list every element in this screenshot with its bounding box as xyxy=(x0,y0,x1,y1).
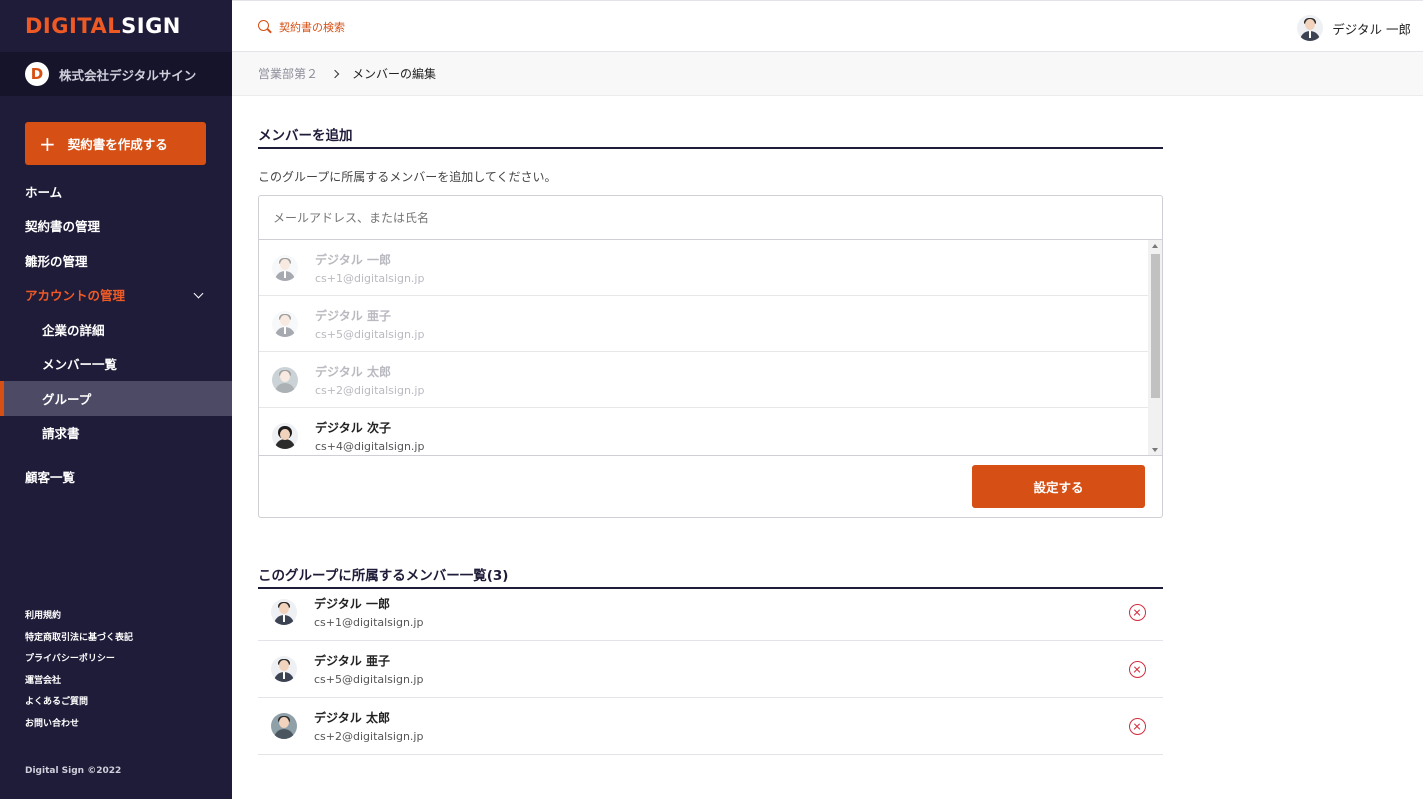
avatar xyxy=(271,599,297,625)
members-list: デジタル 一郎 cs+1@digitalsign.jp デジタル 亜子 cs+5@d… xyxy=(258,584,1163,755)
breadcrumb-parent[interactable]: 営業部第２ xyxy=(258,65,318,82)
plus-icon: + xyxy=(39,131,56,156)
submit-button[interactable]: 設定する xyxy=(972,465,1145,508)
sidebar-item-label: 雛形の管理 xyxy=(25,253,88,269)
create-contract-label: 契約書を作成する xyxy=(67,137,168,152)
sidebar-item-groups[interactable]: グループ xyxy=(0,381,232,416)
avatar xyxy=(272,366,298,393)
scroll-down-icon[interactable] xyxy=(1152,448,1158,452)
company-name: 株式会社デジタルサイン xyxy=(59,67,197,83)
candidate-email: cs+5@digitalsign.jp xyxy=(315,327,425,341)
candidate-email: cs+4@digitalsign.jp xyxy=(315,439,425,453)
search-icon xyxy=(258,20,272,34)
footer-link-commerce-law[interactable]: 特定商取引法に基づく表記 xyxy=(25,631,133,653)
candidate-list[interactable]: デジタル 一郎 cs+1@digitalsign.jp デジタル 亜子 cs+5@d… xyxy=(259,240,1162,456)
add-members-title: メンバーを追加 xyxy=(258,124,1163,149)
member-name: デジタル 一郎 xyxy=(314,597,390,611)
avatar xyxy=(272,254,298,281)
list-item: デジタル 太郎 cs+2@digitalsign.jp xyxy=(259,352,1148,408)
sidebar-item-customers[interactable]: 顧客一覧 xyxy=(0,459,232,494)
sidebar-item-label: ホーム xyxy=(25,184,63,200)
member-name: デジタル 太郎 xyxy=(314,711,390,725)
candidate-name: デジタル 太郎 xyxy=(315,364,391,379)
candidate-name: デジタル 次子 xyxy=(315,420,391,435)
sidebar-item-label: 企業の詳細 xyxy=(42,322,105,338)
sidebar: DIGITALSIGN D 株式会社デジタルサイン + 契約書を作成する ホーム… xyxy=(0,0,232,799)
copyright: Digital Sign ©2022 xyxy=(25,766,122,776)
candidate-email: cs+1@digitalsign.jp xyxy=(315,271,425,285)
sidebar-item-label: 請求書 xyxy=(42,426,80,442)
chevron-down-icon xyxy=(193,288,204,298)
add-members-description: このグループに所属するメンバーを追加してください。 xyxy=(258,170,557,184)
chevron-right-icon xyxy=(330,69,340,78)
company-badge: D xyxy=(25,62,49,86)
avatar xyxy=(272,310,298,337)
search-label: 契約書の検索 xyxy=(279,21,345,34)
member-email: cs+2@digitalsign.jp xyxy=(314,730,424,743)
create-contract-button[interactable]: + 契約書を作成する xyxy=(25,122,206,165)
avatar xyxy=(272,422,298,449)
candidate-scrollbar[interactable] xyxy=(1148,240,1162,455)
list-item: デジタル 一郎 cs+1@digitalsign.jp xyxy=(259,240,1148,296)
remove-member-icon[interactable] xyxy=(1129,604,1146,621)
list-item: デジタル 亜子 cs+5@digitalsign.jp xyxy=(259,296,1148,352)
footer-link-contact[interactable]: お問い合わせ xyxy=(25,717,133,739)
table-row: デジタル 亜子 cs+5@digitalsign.jp xyxy=(258,641,1163,698)
candidate-name: デジタル 亜子 xyxy=(315,308,391,323)
table-row: デジタル 一郎 cs+1@digitalsign.jp xyxy=(258,584,1163,641)
sidebar-item-label: 契約書の管理 xyxy=(25,219,101,235)
sidebar-item-home[interactable]: ホーム xyxy=(0,174,232,209)
member-name: デジタル 亜子 xyxy=(314,654,390,668)
scrollbar-thumb[interactable] xyxy=(1151,254,1160,398)
app-logo[interactable]: DIGITALSIGN xyxy=(0,0,232,52)
sidebar-item-account[interactable]: アカウントの管理 xyxy=(0,278,232,313)
list-item[interactable]: デジタル 次子 cs+4@digitalsign.jp xyxy=(259,408,1148,455)
remove-member-icon[interactable] xyxy=(1129,661,1146,678)
remove-member-icon[interactable] xyxy=(1129,718,1146,735)
logo-text-digital: DIGITAL xyxy=(25,14,122,38)
sidebar-item-label: 顧客一覧 xyxy=(25,469,76,485)
member-email: cs+5@digitalsign.jp xyxy=(314,673,424,686)
user-menu[interactable]: デジタル 一郎 xyxy=(1297,15,1411,41)
footer-link-company[interactable]: 運営会社 xyxy=(25,674,133,696)
avatar xyxy=(271,713,297,739)
company-switcher[interactable]: D 株式会社デジタルサイン xyxy=(0,52,232,96)
logo-text-sign: SIGN xyxy=(121,14,181,38)
sidebar-item-invoices[interactable]: 請求書 xyxy=(0,416,232,451)
user-avatar xyxy=(1297,15,1324,41)
avatar xyxy=(271,656,297,682)
sidebar-item-contracts[interactable]: 契約書の管理 xyxy=(0,209,232,244)
table-row: デジタル 太郎 cs+2@digitalsign.jp xyxy=(258,698,1163,755)
sidebar-item-members[interactable]: メンバー一覧 xyxy=(0,347,232,382)
sidebar-item-label: アカウントの管理 xyxy=(25,288,126,304)
footer-link-privacy[interactable]: プライバシーポリシー xyxy=(25,652,133,674)
scroll-up-icon[interactable] xyxy=(1152,244,1158,248)
member-search-input[interactable] xyxy=(259,196,1162,240)
footer-link-faq[interactable]: よくあるご質問 xyxy=(25,695,133,717)
member-email: cs+1@digitalsign.jp xyxy=(314,616,424,629)
footer-links: 利用規約 特定商取引法に基づく表記 プライバシーポリシー 運営会社 よくあるご質… xyxy=(25,609,133,738)
sidebar-item-label: グループ xyxy=(42,391,92,407)
add-members-panel: デジタル 一郎 cs+1@digitalsign.jp デジタル 亜子 cs+5@d… xyxy=(258,195,1163,518)
sidebar-nav: ホーム 契約書の管理 雛形の管理 アカウントの管理 企業の詳細 メンバー一覧 グ… xyxy=(0,174,232,494)
sidebar-item-templates[interactable]: 雛形の管理 xyxy=(0,243,232,278)
sidebar-item-company-details[interactable]: 企業の詳細 xyxy=(0,312,232,347)
breadcrumb-current: メンバーの編集 xyxy=(352,67,437,81)
user-name: デジタル 一郎 xyxy=(1332,21,1411,37)
sidebar-item-label: メンバー一覧 xyxy=(42,357,118,373)
candidate-email: cs+2@digitalsign.jp xyxy=(315,383,425,397)
breadcrumb: 営業部第２ メンバーの編集 xyxy=(232,52,1423,96)
top-header: 契約書の検索 デジタル 一郎 xyxy=(232,0,1423,52)
candidate-name: デジタル 一郎 xyxy=(315,252,391,267)
contract-search[interactable]: 契約書の検索 xyxy=(258,19,345,35)
footer-link-terms[interactable]: 利用規約 xyxy=(25,609,133,631)
